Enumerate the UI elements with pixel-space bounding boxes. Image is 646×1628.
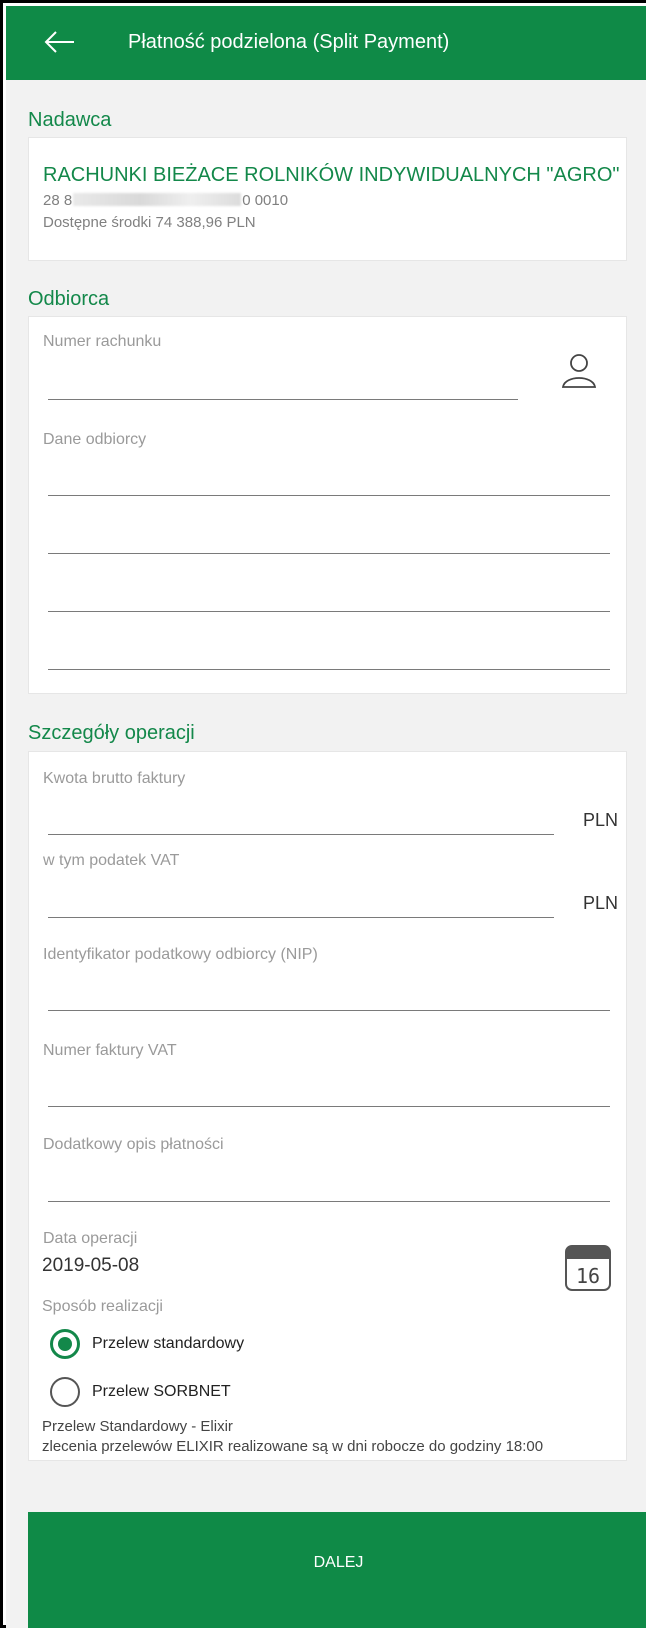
- operation-date-label: Data operacji: [43, 1230, 138, 1247]
- radio-sorbnet-transfer[interactable]: Przelew SORBNET: [50, 1377, 280, 1409]
- recipient-data-line-2[interactable]: [48, 553, 610, 554]
- nip-label: Identyfikator podatkowy odbiorcy (NIP): [43, 946, 318, 963]
- radio-unchecked-icon: [50, 1377, 80, 1407]
- sender-section-title: Nadawca: [28, 109, 112, 131]
- calendar-button[interactable]: 16: [565, 1244, 611, 1292]
- sender-account-number: 28 8 0 0010: [43, 192, 288, 209]
- execution-method-label: Sposób realizacji: [42, 1298, 163, 1315]
- recipient-card: Numer rachunku Dane odbiorcy: [28, 316, 627, 694]
- account-number-prefix: 28 8: [43, 192, 73, 209]
- payment-description-label: Dodatkowy opis płatności: [43, 1136, 224, 1153]
- account-number-label: Numer rachunku: [43, 333, 162, 350]
- nip-input[interactable]: [48, 1010, 610, 1011]
- radio-standard-transfer[interactable]: Przelew standardowy: [50, 1329, 280, 1361]
- payment-description-input[interactable]: [48, 1201, 610, 1202]
- vat-amount-unit: PLN: [583, 893, 619, 913]
- vat-amount-input[interactable]: [48, 917, 554, 918]
- app-frame: Płatność podzielona (Split Payment) Nada…: [0, 0, 646, 1628]
- back-button[interactable]: [36, 20, 80, 64]
- page-title: Płatność podzielona (Split Payment): [128, 31, 450, 53]
- next-button[interactable]: DALEJ: [28, 1512, 646, 1628]
- recipient-data-label: Dane odbiorcy: [43, 431, 147, 448]
- operation-date-value[interactable]: 2019-05-08: [42, 1255, 139, 1277]
- vat-label: w tym podatek VAT: [43, 852, 180, 869]
- transfer-info-title: Przelew Standardowy - Elixir: [42, 1418, 233, 1435]
- operation-section-title: Szczegóły operacji: [28, 722, 195, 744]
- gross-amount-unit: PLN: [583, 810, 619, 830]
- masked-account-digits: [73, 193, 242, 206]
- account-number-suffix: 0 0010: [242, 192, 289, 209]
- invoice-number-label: Numer faktury VAT: [43, 1042, 177, 1059]
- account-number-input[interactable]: [48, 399, 518, 400]
- form-canvas: Nadawca RACHUNKI BIEŻACE ROLNIKÓW INDYWI…: [6, 80, 646, 1628]
- contacts-button[interactable]: [557, 349, 601, 393]
- invoice-number-input[interactable]: [48, 1106, 610, 1107]
- recipient-data-line-4[interactable]: [48, 669, 610, 670]
- gross-amount-input[interactable]: [48, 834, 554, 835]
- available-funds: Dostępne środki 74 388,96 PLN: [43, 214, 256, 231]
- arrow-left-icon: [44, 31, 74, 53]
- recipient-data-line-1[interactable]: [48, 495, 610, 496]
- recipient-data-line-3[interactable]: [48, 611, 610, 612]
- sender-account-name: RACHUNKI BIEŻACE ROLNIKÓW INDYWIDUALNYCH…: [43, 164, 620, 186]
- sender-card[interactable]: RACHUNKI BIEŻACE ROLNIKÓW INDYWIDUALNYCH…: [28, 137, 627, 261]
- calendar-icon: 16: [565, 1245, 611, 1291]
- person-icon: [561, 354, 597, 388]
- radio-standard-transfer-label: Przelew standardowy: [92, 1335, 245, 1352]
- recipient-section-title: Odbiorca: [28, 288, 110, 310]
- radio-sorbnet-transfer-label: Przelew SORBNET: [92, 1383, 231, 1400]
- radio-checked-icon: [50, 1329, 80, 1359]
- calendar-day: 16: [576, 1264, 600, 1288]
- top-app-bar: Płatność podzielona (Split Payment): [6, 6, 646, 80]
- gross-amount-label: Kwota brutto faktury: [43, 770, 186, 787]
- transfer-info-description: zlecenia przelewów ELIXIR realizowane są…: [42, 1438, 544, 1455]
